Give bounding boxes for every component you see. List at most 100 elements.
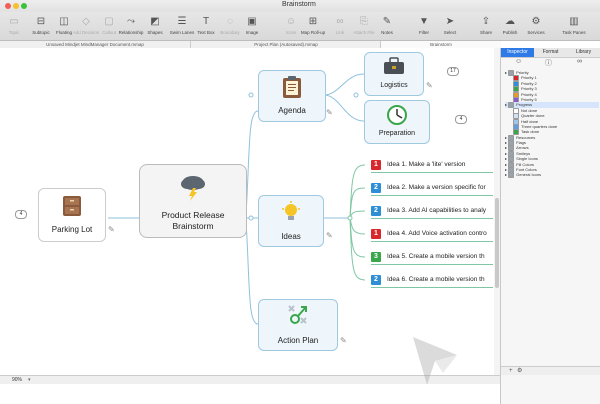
zoom-level[interactable]: 90% <box>12 376 22 384</box>
cabinet-icon <box>63 196 81 216</box>
swimlanes-icon: ☰ <box>177 16 187 27</box>
idea-subtopic[interactable]: 2 Idea 2. Make a version specific for <box>371 181 493 196</box>
notes-icon[interactable]: ✎ <box>426 82 434 90</box>
icon-group-label: Resources <box>516 134 536 140</box>
briefcase-icon <box>384 57 404 74</box>
toolbar-button-label: Publish <box>502 30 518 35</box>
tab-brainstorm[interactable]: Brainstorm <box>380 41 501 48</box>
priority-badge[interactable]: 3 <box>371 252 381 262</box>
info-icon[interactable]: ⓘ <box>545 58 552 68</box>
ideas-node[interactable]: Ideas <box>258 195 324 247</box>
action-plan-node[interactable]: Action Plan <box>258 299 338 351</box>
rollup-icon: ⊞ <box>308 16 318 27</box>
services-button[interactable]: ⚙ Services <box>522 14 550 35</box>
idea-subtopic[interactable]: 2 Idea 6. Create a mobile version th <box>371 273 493 288</box>
preparation-label: Preparation <box>378 130 416 137</box>
map-roll-up-button[interactable]: ⊞ Map Roll-up <box>299 14 327 35</box>
icon-group-label: Single Icons <box>516 156 538 162</box>
notes-icon[interactable]: ✎ <box>108 226 116 234</box>
clock-icon <box>387 105 407 125</box>
idea-label: Idea 3. Add AI capabilities to analy <box>387 207 487 214</box>
textbox-icon: T <box>202 16 210 27</box>
floating-icon: ◫ <box>59 16 69 27</box>
select-button[interactable]: ➤ Select <box>436 14 464 35</box>
parking-lot-label: Parking Lot <box>51 225 93 234</box>
task-panes-button[interactable]: ▥ Task Panes <box>560 14 588 35</box>
notes-icon[interactable]: ✎ <box>326 232 334 240</box>
central-topic-node[interactable]: Product Release Brainstorm <box>139 164 247 238</box>
toolbar-button-label: Notes <box>381 30 393 35</box>
icon-group-label: Fill Colors <box>516 161 534 167</box>
select-icon: ➤ <box>445 16 455 27</box>
toolbar-button-label: Filter <box>419 30 429 35</box>
callout-icon: ▢ <box>104 16 114 27</box>
connector-logistics <box>323 73 365 96</box>
priority-badge[interactable]: 2 <box>371 206 381 216</box>
window-title: Brainstorm <box>282 1 316 8</box>
shapes-icon: ◩ <box>150 16 160 27</box>
logistics-count-badge[interactable]: 17 <box>447 67 459 76</box>
priority-badge[interactable]: 2 <box>371 275 381 285</box>
link-icon: ∞ <box>336 16 344 27</box>
priority-badge[interactable]: 1 <box>371 160 381 170</box>
action-plan-label: Action Plan <box>277 336 319 345</box>
decision-icon: ◇ <box>82 16 90 27</box>
toolbar-button-label: Services <box>527 30 545 35</box>
app-window: Brainstorm ▭ Topic ⊟ Subtopic ◫ Floating ◇ Add … <box>0 0 600 404</box>
idea-subtopic[interactable]: 3 Idea 5. Create a mobile version th <box>371 250 493 265</box>
tab-inspector[interactable]: Inspector <box>501 48 534 57</box>
parking-lot-node[interactable]: Parking Lot <box>38 188 106 242</box>
logistics-node[interactable]: Logistics <box>364 52 424 96</box>
task-pane-tabs: Inspector Format Library <box>501 48 600 58</box>
relationship-icon: ⤳ <box>127 16 135 27</box>
icon-group-label: Priority <box>516 70 529 76</box>
icon-group-label: General Icons <box>516 172 542 178</box>
icon-swatch <box>508 172 515 179</box>
publish-icon: ☁ <box>505 16 515 27</box>
icon-group-label: Arrows <box>516 145 529 151</box>
agenda-node[interactable]: Agenda <box>258 70 326 122</box>
notes-button[interactable]: ✎ Notes <box>373 14 401 35</box>
tab-project-plan[interactable]: Project Plan (Autosaved).mmap <box>190 41 381 48</box>
zoom-window-button[interactable] <box>21 3 27 9</box>
services-icon: ⚙ <box>531 16 541 27</box>
topic-button[interactable]: ▭ Topic <box>0 14 28 35</box>
clipboard-icon <box>283 76 301 98</box>
icon-group-label: Task done <box>521 129 540 135</box>
notes-icon[interactable]: ✎ <box>340 337 348 345</box>
close-window-button[interactable] <box>5 3 11 9</box>
priority-badge[interactable]: 1 <box>371 229 381 239</box>
priority-badge[interactable]: 2 <box>371 183 381 193</box>
preparation-node[interactable]: Preparation <box>364 100 430 144</box>
idea-subtopic[interactable]: 1 Idea 4. Add Voice activation contro <box>371 227 493 242</box>
tab-unsaved-document[interactable]: Unsaved Mindjet MindManager Document.mma… <box>0 41 190 48</box>
icon-group-label: Not done <box>521 107 538 113</box>
filter-button[interactable]: ▼ Filter <box>410 14 438 35</box>
idea-subtopic[interactable]: 2 Idea 3. Add AI capabilities to analy <box>371 204 493 219</box>
image-icon: ▣ <box>247 16 257 27</box>
parking-lot-count-badge[interactable]: 4 <box>15 210 27 219</box>
icon-group-label: Quarter done <box>521 113 545 119</box>
idea-label: Idea 6. Create a mobile version th <box>387 276 485 283</box>
preparation-count-badge[interactable]: 4 <box>455 115 467 124</box>
notes-icon[interactable]: ✎ <box>326 109 334 117</box>
publish-button[interactable]: ☁ Publish <box>496 14 524 35</box>
image-button[interactable]: ▣ Image <box>238 14 266 35</box>
scrollbar-thumb[interactable] <box>495 198 499 288</box>
toolbar-button-label: Shapes <box>147 30 163 35</box>
icon-group-label: Priority 3 <box>521 86 537 92</box>
shapes-button[interactable]: ◩ Shapes <box>141 14 169 35</box>
storm-cloud-icon <box>181 176 205 201</box>
smiley-icon[interactable]: ☺ <box>515 58 522 65</box>
chevron-down-icon[interactable]: ▾ <box>28 377 31 383</box>
tab-library[interactable]: Library <box>567 48 600 57</box>
idea-subtopic[interactable]: 1 Idea 1. Make a 'lite' version <box>371 158 493 173</box>
icon-group-label: Three quarters done <box>521 123 558 129</box>
toolbar-button-label: Select <box>443 30 457 35</box>
link-icon[interactable]: ∞ <box>577 58 582 65</box>
attach-icon: ⎘ <box>360 16 368 27</box>
minimize-window-button[interactable] <box>13 3 19 9</box>
icon-group-item[interactable]: ▸ General Icons <box>505 172 599 179</box>
taskpanes-icon: ▥ <box>569 16 579 27</box>
tab-format[interactable]: Format <box>534 48 567 57</box>
